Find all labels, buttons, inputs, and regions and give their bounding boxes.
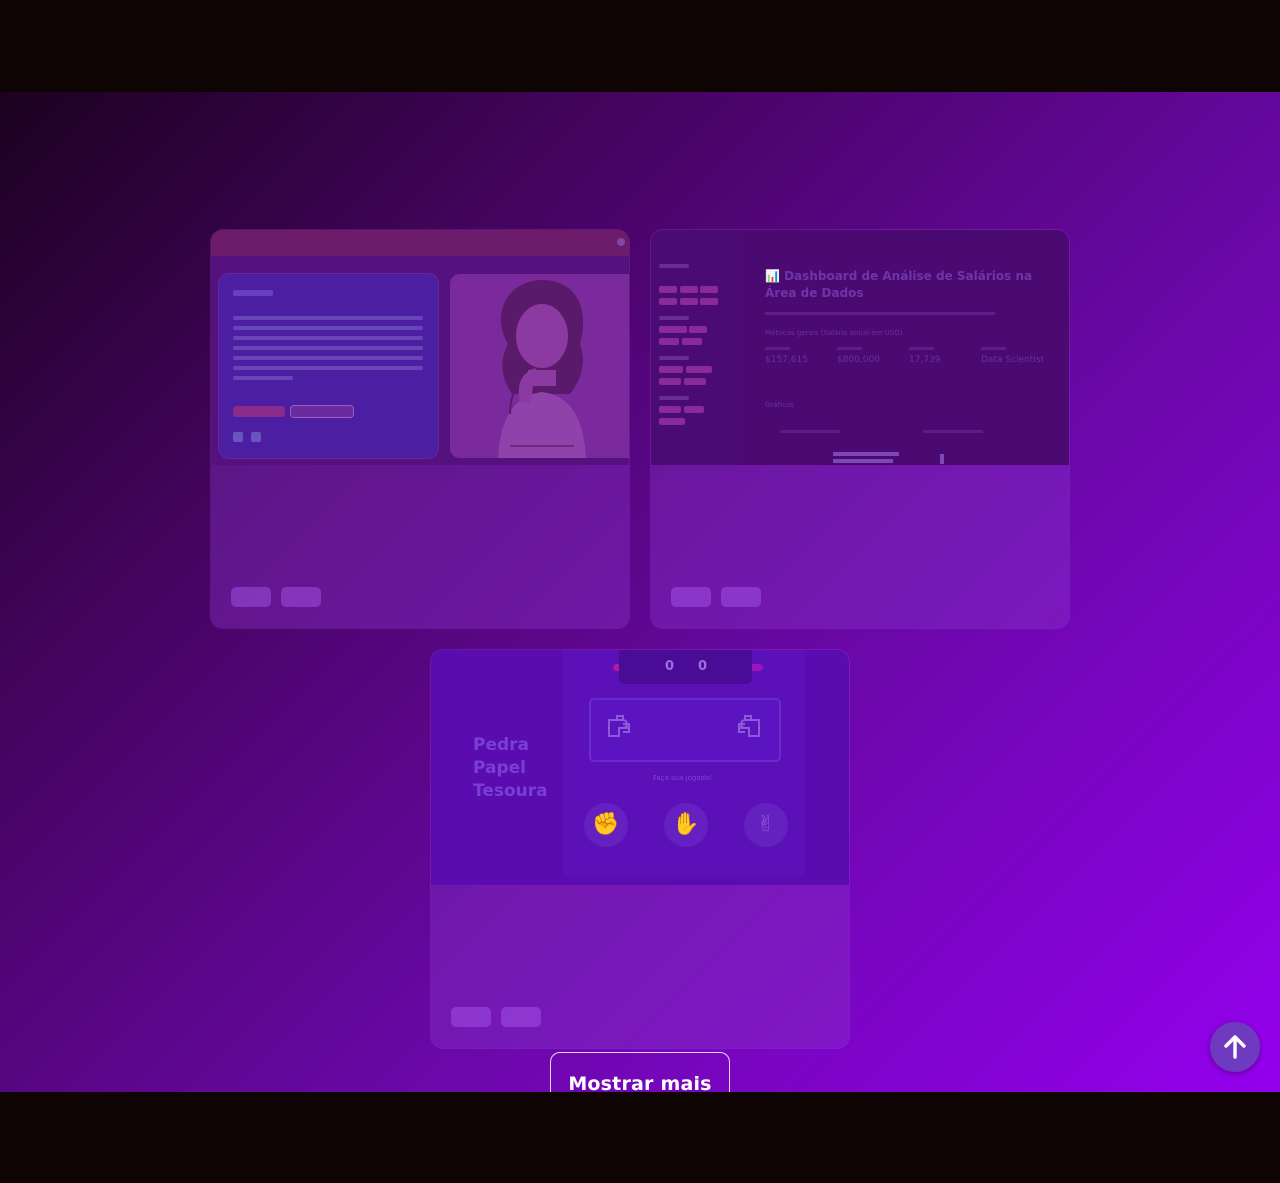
- arrow-up-icon: [1224, 1035, 1246, 1059]
- thumbnail-arena: [591, 700, 779, 760]
- thumbnail-hint: Faça sua jogada!: [653, 774, 713, 782]
- projects-section: 📊 Dashboard de Análise de Salários na Ár…: [0, 92, 1280, 1092]
- tech-tag: [721, 587, 761, 607]
- project-card-game[interactable]: Pedra Papel Tesoura 0 0 Faça sua jogada!…: [431, 650, 849, 1048]
- scissors-icon: ✌: [744, 803, 788, 847]
- thumbnail-metric: $800,000: [837, 355, 880, 365]
- thumbnail-metric: Data Scientist: [981, 355, 1044, 365]
- project-card-body: [211, 465, 629, 628]
- fist-icon: [738, 715, 760, 737]
- tech-tag: [231, 587, 271, 607]
- thumbnail-metrics-title: Métricas gerais (Salário anual em USD): [765, 329, 903, 337]
- project-card-body: [651, 465, 1069, 628]
- thumbnail-intro-panel: [219, 274, 438, 458]
- rock-icon: ✊: [584, 803, 628, 847]
- project-thumbnail: Pedra Papel Tesoura 0 0 Faça sua jogada!…: [431, 650, 849, 885]
- tech-tag: [451, 1007, 491, 1027]
- header-band: [0, 0, 1280, 92]
- project-card-body: [431, 885, 849, 1048]
- back-to-top-button[interactable]: [1210, 1022, 1260, 1072]
- thumbnail-metric: $157,615: [765, 355, 808, 365]
- thumbnail-section-title: Gráficos: [765, 401, 794, 409]
- tech-tag: [671, 587, 711, 607]
- thumbnail-dashboard-title: 📊 Dashboard de Análise de Salários na Ár…: [765, 269, 1033, 300]
- project-thumbnail: [211, 230, 629, 465]
- project-thumbnail: 📊 Dashboard de Análise de Salários na Ár…: [651, 230, 1069, 465]
- avatar-illustration: [450, 274, 629, 458]
- tech-tag: [501, 1007, 541, 1027]
- paper-icon: ✋: [664, 803, 708, 847]
- thumbnail-topbar: [211, 230, 629, 256]
- thumbnail-sidebar: [651, 230, 743, 465]
- thumbnail-metric: 17,739: [909, 355, 941, 365]
- project-card-portfolio[interactable]: [211, 230, 629, 628]
- project-card-dashboard[interactable]: 📊 Dashboard de Análise de Salários na Ár…: [651, 230, 1069, 628]
- fist-icon: [608, 715, 630, 737]
- thumbnail-scoreboard: 0 0: [619, 650, 752, 684]
- tech-tag: [281, 587, 321, 607]
- footer-band: [0, 1092, 1280, 1183]
